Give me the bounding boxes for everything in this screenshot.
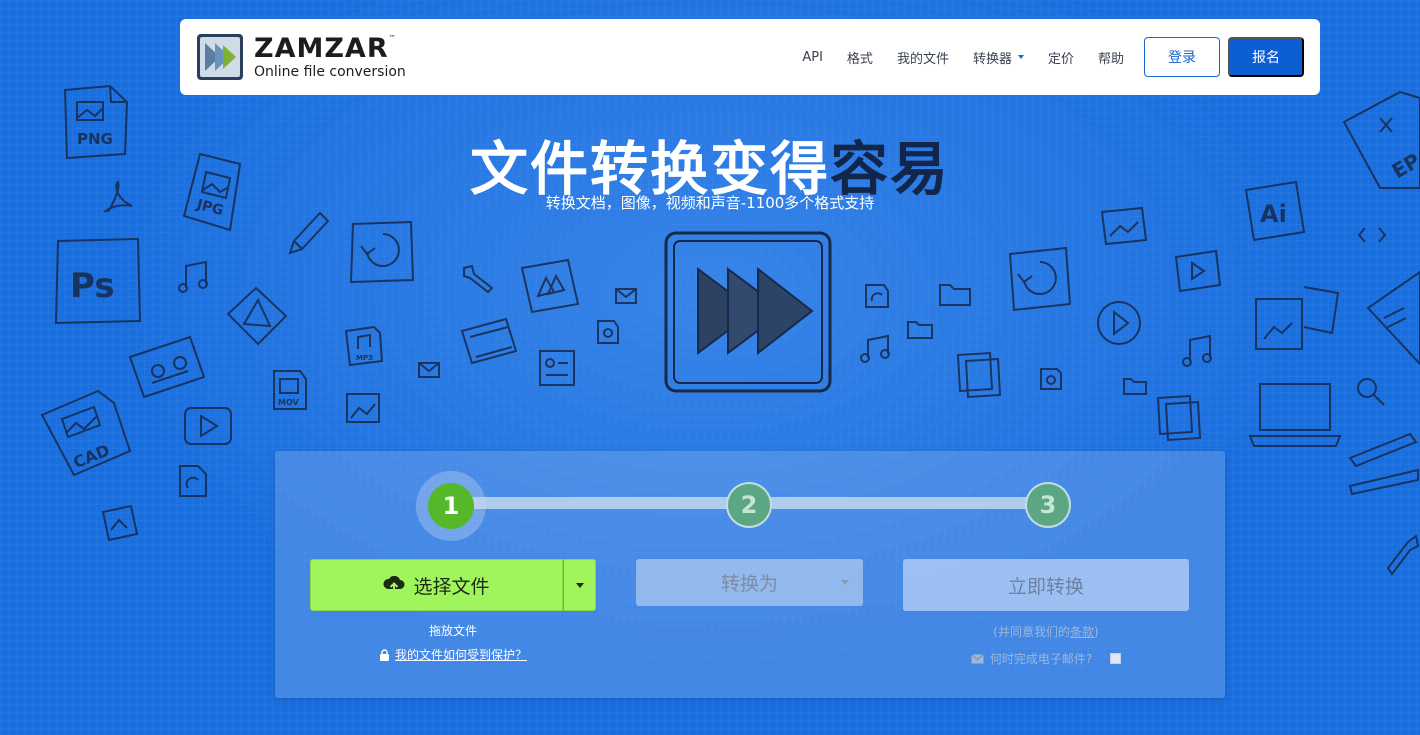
video-play-icon [184,407,232,445]
logo-trademark: ™ [388,34,397,42]
clipboard-icon [956,351,1002,399]
play-circle-icon [1097,301,1141,345]
pencil-icon [288,211,330,255]
wrench-icon-2 [1386,534,1420,576]
terms-agreement: (并同意我们的条款) [903,623,1189,640]
step-3-badge: 3 [1025,482,1071,528]
laptop-icon [1248,383,1342,447]
drop-files-hint: 拖放文件 [428,624,477,638]
document-icon [539,350,575,386]
zamzar-logo-icon [197,34,243,80]
site-header: ZAMZAR™ Online file conversion API 格式 我的… [180,19,1320,95]
logo-name: ZAMZAR [254,33,389,64]
music-note-icon [178,260,208,293]
nav-converters-label: 转换器 [972,51,1012,67]
main-nav: API 格式 我的文件 转换器 定价 帮助 登录 报名 [802,37,1304,77]
choose-source-dropdown[interactable] [563,559,596,611]
ruler-pen-icon [1348,432,1419,496]
wrench-icon [463,264,494,294]
refresh-file-icon [1008,246,1072,312]
logo-tagline: Online file conversion [254,64,406,80]
app-icon-2 [1040,368,1062,390]
slides-icon [1303,286,1340,335]
nav-formats[interactable]: 格式 [847,48,873,67]
clipboard-icon-2 [1156,394,1202,442]
terms-link[interactable]: 条款 [1070,625,1094,639]
audio-file-icon [179,465,207,497]
video-file-icon [1174,249,1222,293]
file-protection-row: 我的文件如何受到保护？ [310,646,596,663]
lock-icon [379,648,389,661]
image-file-icon [346,393,380,423]
folder-icon [939,284,971,306]
cassette-icon [128,335,206,399]
music-icon-2 [860,334,890,363]
nav-my-files[interactable]: 我的文件 [897,48,949,67]
mov-file-icon: MOV [273,370,307,410]
hero-subtitle: 转换文档，图像，视频和声音-1100多个格式支持 [545,194,875,212]
nav-help[interactable]: 帮助 [1098,48,1124,67]
refresh-box-icon [349,220,415,284]
zamzar-forward-icon [664,231,832,393]
magnifier-icon [1357,378,1385,406]
caret-down-icon [575,582,584,588]
terms-prefix: (并同意我们的 [993,625,1070,639]
code-icon [1357,227,1387,243]
forward-file-icon [520,258,580,314]
convert-to-select[interactable]: 转换为 [636,559,863,606]
nav-pricing[interactable]: 定价 [1048,48,1074,67]
photoshop-file-icon: Ps [54,237,142,325]
login-button[interactable]: 登录 [1144,37,1220,77]
cloud-upload-icon [383,575,405,594]
film-strip-icon [460,317,518,365]
file-protection-link[interactable]: 我的文件如何受到保护？ [395,646,527,663]
audio-round-icon [865,284,889,308]
signup-button[interactable]: 报名 [1228,37,1304,77]
choose-files-button[interactable]: 选择文件 [310,559,563,611]
convert-to-label: 转换为 [720,573,778,595]
email-notify-row: 何时完成电子邮件? [903,650,1189,667]
mp3-file-icon: MP3 [344,325,384,367]
terms-suffix: ) [1094,625,1099,639]
choose-files-label: 选择文件 [413,575,490,598]
cad-file-icon: CAD [40,389,132,477]
envelope-icon [970,653,984,663]
presentation-icon [1366,270,1420,366]
envelope-small-icon [615,288,637,304]
envelope-icon [418,362,440,378]
svg-text:MOV: MOV [278,398,300,407]
image-stack-icon [101,504,139,542]
nav-api[interactable]: API [802,50,823,65]
folder-small-icon [907,321,933,339]
music-icon-3 [1182,334,1212,367]
zamzar-logo[interactable]: ZAMZAR™ Online file conversion [196,33,406,81]
app-file-icon [597,320,619,344]
svg-text:MP3: MP3 [356,354,373,362]
email-notify-label: 何时完成电子邮件? [989,652,1093,666]
chevron-down-icon [1017,55,1024,59]
triangle-play-icon [226,286,288,346]
nav-converters[interactable]: 转换器 [973,48,1024,67]
choose-files-control: 选择文件 [310,559,596,611]
convert-now-button[interactable]: 立即转换 [903,559,1189,611]
svg-text:Ps: Ps [70,266,115,306]
step-2-badge: 2 [726,482,772,528]
email-notify-checkbox[interactable] [1110,653,1122,664]
caret-down-icon [841,580,849,585]
folder-icon-3 [1123,378,1147,395]
step-1-badge: 1 [428,483,474,529]
